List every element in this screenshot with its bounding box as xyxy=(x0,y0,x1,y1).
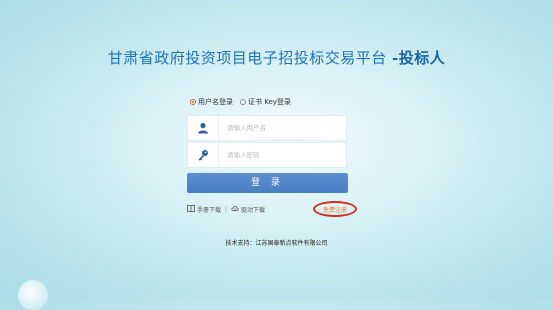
login-mode-username[interactable]: 用户名登录 xyxy=(190,97,233,107)
login-mode-certificate-label: 证书 Key登录 xyxy=(248,98,291,106)
tech-support-text: 技术支持：江苏国泰新点软件有限公司 xyxy=(225,240,328,247)
cloud-download-icon xyxy=(231,205,239,214)
driver-download-link[interactable]: 驱动下载 xyxy=(231,205,265,214)
book-icon xyxy=(187,205,195,214)
manual-download-link[interactable]: 手册下载 xyxy=(187,205,221,214)
user-icon xyxy=(188,116,219,140)
login-button[interactable]: 登 录 xyxy=(187,173,348,193)
platform-name: 甘肃省政府投资项目电子招投标交易平台 xyxy=(107,49,387,67)
login-mode-selector: 用户名登录 证书 Key登录 xyxy=(190,97,295,107)
driver-download-label: 驱动下载 xyxy=(241,207,266,214)
username-input[interactable] xyxy=(219,123,339,133)
key-icon xyxy=(188,143,219,167)
register-link[interactable]: 免费注册 xyxy=(323,205,347,214)
radio-unselected-icon[interactable] xyxy=(240,99,246,105)
username-field xyxy=(187,115,347,141)
download-links: 手册下载 | 驱动下载 xyxy=(187,205,265,214)
login-mode-username-label: 用户名登录 xyxy=(198,98,233,106)
password-field xyxy=(187,142,347,168)
radio-selected-icon[interactable] xyxy=(190,99,196,105)
page-title: 甘肃省政府投资项目电子招投标交易平台 -投标人 xyxy=(0,47,553,68)
link-divider: | xyxy=(225,206,228,213)
manual-download-label: 手册下载 xyxy=(197,207,222,214)
decorative-bubble xyxy=(18,280,48,310)
annotation-circle: 免费注册 xyxy=(313,201,357,217)
password-input[interactable] xyxy=(219,150,339,160)
role-label: -投标人 xyxy=(392,49,446,67)
login-mode-certificate[interactable]: 证书 Key登录 xyxy=(240,97,291,107)
